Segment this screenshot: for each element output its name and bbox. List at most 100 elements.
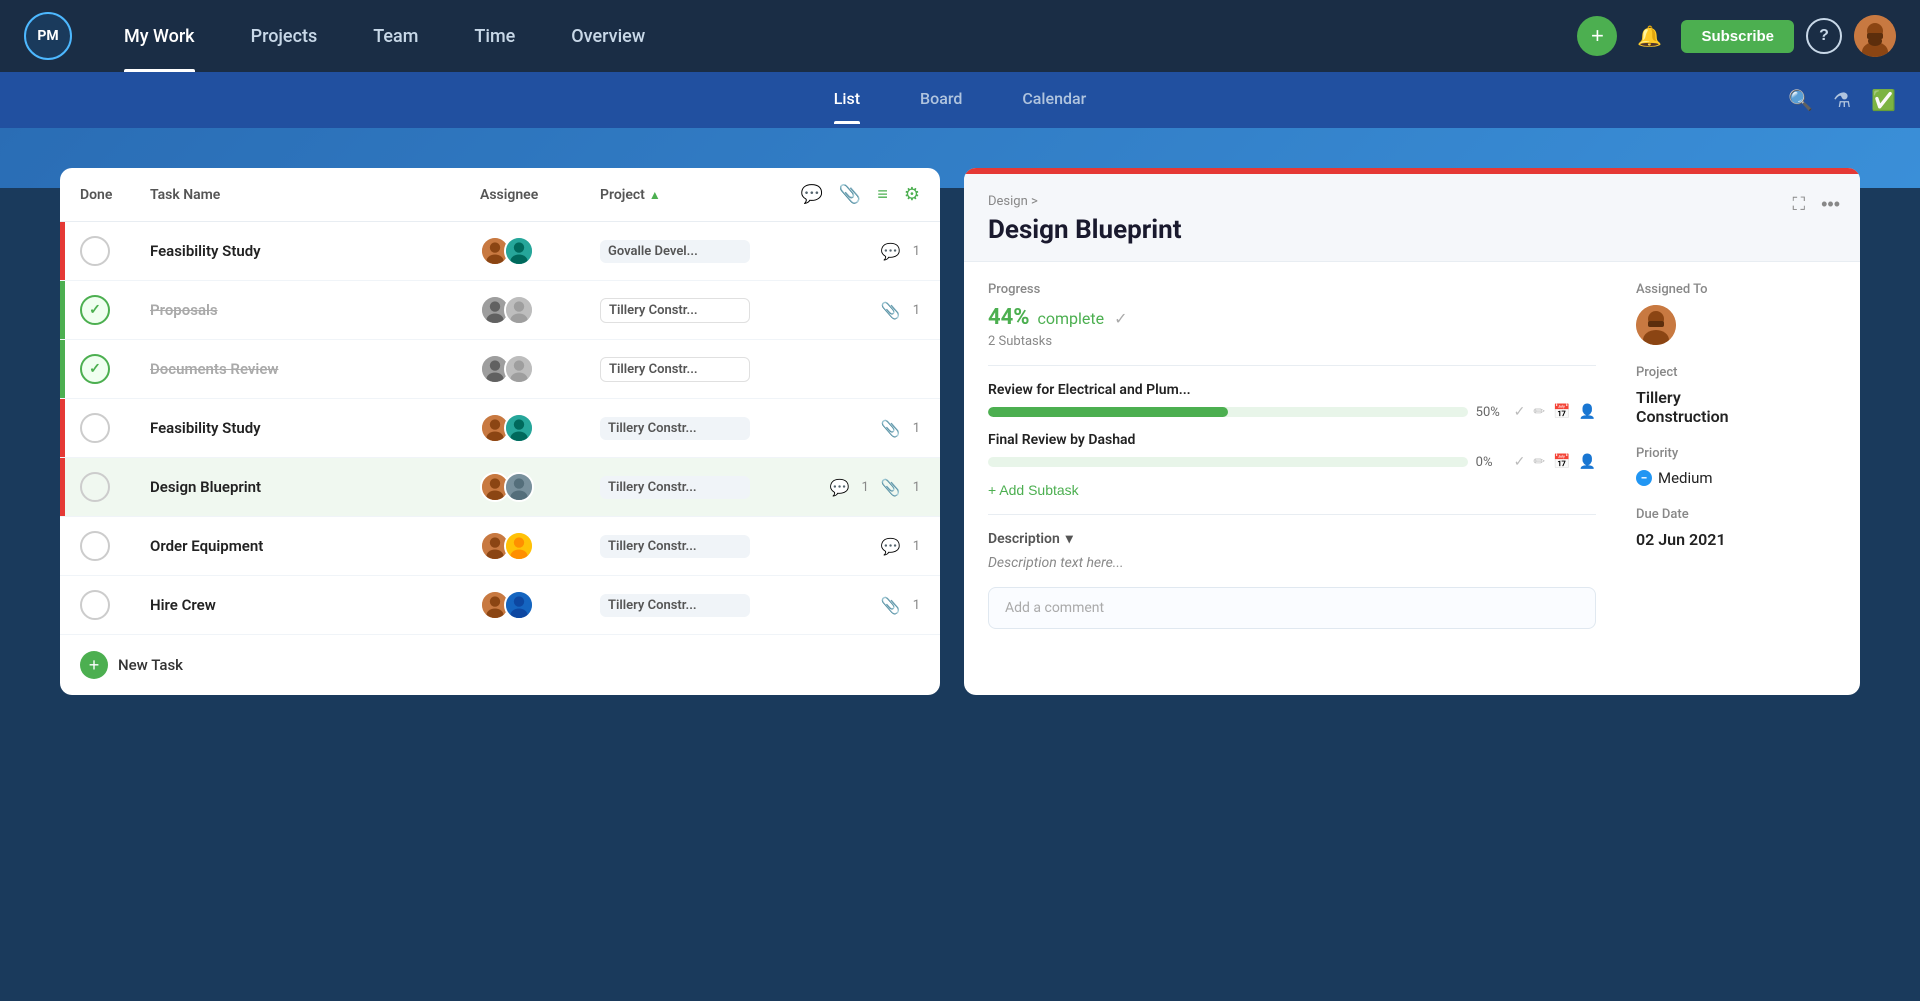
subscribe-button[interactable]: Subscribe [1681,20,1794,53]
done-checkbox[interactable] [80,413,110,443]
row-accent [60,340,65,398]
done-checkbox[interactable]: ✓ [80,295,110,325]
attachment-icon: 📎 [881,301,901,320]
expand-icon[interactable]: ⛶ [1792,194,1805,215]
nav-my-work[interactable]: My Work [96,0,223,72]
complete-icon[interactable]: ✅ [1871,88,1896,113]
subtask-bar-bg [988,407,1468,417]
task-row[interactable]: Feasibility Study Govalle Devel... 💬 1 [60,222,940,281]
detail-header: Design > Design Blueprint ⛶ ••• [964,174,1860,262]
subtask-actions: ✓ ✏ 📅 👤 [1514,454,1596,470]
attachment-count: 1 [913,598,920,613]
task-row[interactable]: Feasibility Study Tillery Constr... 📎 1 [60,399,940,458]
subtask-assign-icon[interactable]: 👤 [1579,404,1596,420]
project-tag: Govalle Devel... [600,240,750,263]
tab-list[interactable]: List [834,89,860,112]
done-checkbox[interactable]: ✓ [80,354,110,384]
nav-overview[interactable]: Overview [543,0,673,72]
task-row[interactable]: Order Equipment Tillery Constr... 💬 1 [60,517,940,576]
logo-text: PM [37,28,58,44]
help-button[interactable]: ? [1806,18,1842,54]
subtask-check-icon[interactable]: ✓ [1514,454,1526,470]
avatar [504,354,534,384]
detail-right: Assigned To Project TilleryConstruction [1636,282,1836,629]
subtask-calendar-icon[interactable]: 📅 [1553,454,1570,470]
add-subtask-button[interactable]: + Add Subtask [988,482,1079,498]
subtask-bar-fill [988,407,1228,417]
avatar [504,531,534,561]
subtask-name: Review for Electrical and Plum... [988,382,1596,398]
comment-input[interactable]: Add a comment [988,587,1596,629]
subtask-check-icon[interactable]: ✓ [1514,404,1526,420]
assignee-avatars [480,295,600,325]
col-header-task: Task Name [150,187,480,203]
avatar [504,472,534,502]
nav-links: My Work Projects Team Time Overview [96,0,673,72]
task-name: Hire Crew [150,596,480,614]
chevron-down-icon: ▾ [1066,531,1073,547]
more-options-icon[interactable]: ••• [1821,194,1840,215]
sub-nav-actions: 🔍 ⚗ ✅ [1788,88,1896,113]
subtask-assign-icon[interactable]: 👤 [1579,454,1596,470]
done-checkbox[interactable] [80,531,110,561]
attachment-icon: 📎 [881,596,901,615]
done-checkbox[interactable] [80,236,110,266]
comment-icon: 💬 [881,537,901,556]
sub-nav: List Board Calendar 🔍 ⚗ ✅ [0,72,1920,128]
settings-header-icon[interactable]: ⚙ [904,184,920,205]
logo[interactable]: PM [24,12,72,60]
comment-count: 1 [913,539,920,554]
due-date-label: Due Date [1636,507,1836,522]
project-tag: Tillery Constr... [600,476,750,499]
add-button[interactable]: + [1577,16,1617,56]
avatar [504,413,534,443]
subtask-edit-icon[interactable]: ✏ [1533,454,1545,470]
view-tabs: List Board Calendar [834,89,1087,112]
user-avatar[interactable] [1854,15,1896,57]
tab-calendar[interactable]: Calendar [1022,89,1086,112]
subtask-name: Final Review by Dashad [988,432,1596,448]
table-header: Done Task Name Assignee Project ▲ 💬 📎 ≡ … [60,168,940,222]
task-row[interactable]: Hire Crew Tillery Constr... 📎 1 [60,576,940,635]
project-meta-label: Project [1636,365,1836,380]
subtask-bar-wrap: 50% ✓ ✏ 📅 👤 [988,404,1596,420]
task-row[interactable]: Design Blueprint Tillery Constr... 💬 1 📎… [60,458,940,517]
row-actions: 💬 1 📎 1 [760,478,920,497]
detail-body: Progress 44% complete ✓ 2 Subtasks Revie… [964,262,1860,669]
done-checkbox[interactable] [80,472,110,502]
subtasks-count: 2 Subtasks [988,334,1596,349]
col-header-project[interactable]: Project ▲ [600,187,760,203]
progress-check-icon: ✓ [1114,309,1127,328]
nav-projects[interactable]: Projects [223,0,346,72]
subtask-calendar-icon[interactable]: 📅 [1553,404,1570,420]
task-row[interactable]: ✓ Documents Review Tillery Constr... [60,340,940,399]
breadcrumb: Design > [988,194,1836,209]
project-tag: Tillery Constr... [600,357,750,382]
search-icon[interactable]: 🔍 [1788,88,1813,113]
nav-team[interactable]: Team [345,0,446,72]
progress-label: Progress [988,282,1596,297]
nav-time[interactable]: Time [446,0,543,72]
new-task-button[interactable]: + [80,651,108,679]
description-toggle[interactable]: Description ▾ [988,531,1596,547]
top-nav: PM My Work Projects Team Time Overview +… [0,0,1920,72]
new-task-row[interactable]: + New Task [60,635,940,695]
task-name: Feasibility Study [150,242,480,260]
task-row[interactable]: ✓ Proposals Tillery Constr... 📎 1 [60,281,940,340]
detail-section: Progress 44% complete ✓ 2 Subtasks Revie… [988,282,1836,629]
project-tag: Tillery Constr... [600,417,750,440]
tab-board[interactable]: Board [920,89,962,112]
subtask-actions: ✓ ✏ 📅 👤 [1514,404,1596,420]
col-header-done: Done [80,187,150,203]
row-actions: 💬 1 [760,242,920,261]
new-task-label: New Task [118,656,183,674]
notification-bell[interactable]: 🔔 [1629,16,1669,56]
filter-icon[interactable]: ⚗ [1833,88,1851,113]
project-tag: Tillery Constr... [600,298,750,323]
detail-panel: Design > Design Blueprint ⛶ ••• Progress… [964,168,1860,695]
col-header-actions: 💬 📎 ≡ ⚙ [760,184,920,205]
sort-arrow-icon: ▲ [649,188,661,202]
done-checkbox[interactable] [80,590,110,620]
progress-percent: 44% [988,305,1030,330]
subtask-edit-icon[interactable]: ✏ [1533,404,1545,420]
